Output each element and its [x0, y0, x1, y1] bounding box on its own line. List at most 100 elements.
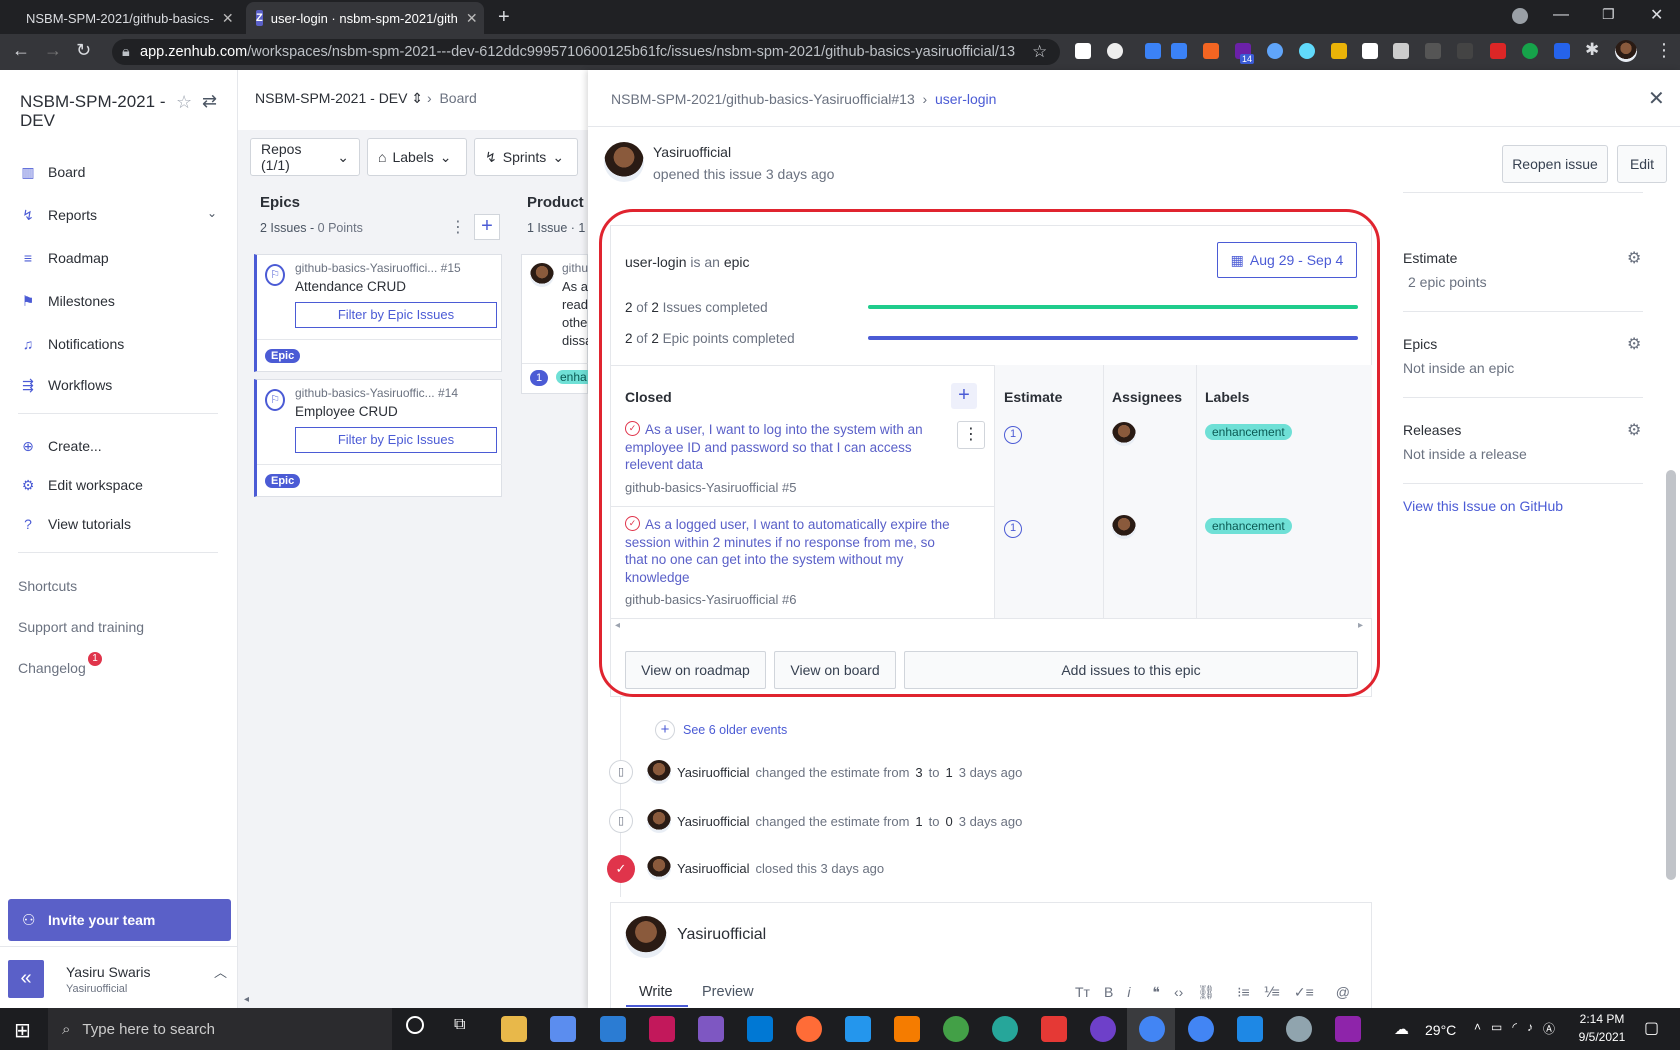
plus-icon[interactable]: +: [655, 720, 675, 740]
chevron-up-icon[interactable]: ︿: [214, 962, 227, 981]
sidebar-item-reports[interactable]: ↯ Reports: [20, 204, 97, 226]
switch-workspace-icon[interactable]: ⇄: [202, 91, 217, 112]
sidebar-item-notifications[interactable]: ♫ Notifications: [20, 333, 125, 355]
vscode-icon[interactable]: [747, 1016, 773, 1042]
back-icon[interactable]: ←: [12, 40, 30, 61]
extension-icon[interactable]: [1425, 43, 1441, 59]
utorrent-icon[interactable]: [943, 1016, 969, 1042]
close-panel-icon[interactable]: ✕: [1648, 86, 1665, 111]
event-user[interactable]: Yasiruofficial: [677, 814, 750, 829]
menu-kebab-icon[interactable]: ⋮: [1655, 40, 1673, 61]
link-icon[interactable]: ⛓: [1197, 984, 1215, 1001]
numbered-list-icon[interactable]: ⅟≡: [1264, 984, 1280, 1001]
extension-icon[interactable]: [1457, 43, 1473, 59]
window-close-icon[interactable]: ✕: [1650, 5, 1663, 25]
extension-icon[interactable]: [1490, 43, 1506, 59]
bookmark-star-icon[interactable]: ☆: [1032, 42, 1047, 62]
breadcrumb[interactable]: NSBM-SPM-2021 - DEV ⇕: [255, 90, 423, 107]
extension-icon[interactable]: [1107, 43, 1123, 59]
sidebar-item-board[interactable]: ▥ Board: [20, 161, 85, 183]
create-link[interactable]: ⊕ Create...: [20, 435, 102, 457]
minimize-icon[interactable]: —: [1553, 6, 1569, 24]
tab-search-icon[interactable]: [1512, 8, 1528, 24]
see-older-events-link[interactable]: See 6 older events: [683, 723, 787, 737]
shortcuts-link[interactable]: Shortcuts: [18, 578, 77, 594]
labels-filter[interactable]: ⌂ Labels ⌄: [367, 138, 467, 176]
file-explorer-icon[interactable]: [501, 1016, 527, 1042]
grammarly-icon[interactable]: [1522, 43, 1538, 59]
reload-icon[interactable]: ↻: [76, 40, 91, 61]
gear-icon[interactable]: ⚙: [1627, 248, 1641, 268]
wifi-icon[interactable]: ◜: [1512, 1020, 1517, 1037]
tab-write[interactable]: Write: [639, 984, 673, 1000]
invite-team-button[interactable]: ⚇ Invite your team: [8, 899, 231, 941]
url-input[interactable]: 🔒︎ app.zenhub.com/workspaces/nsbm-spm-20…: [112, 39, 1060, 65]
react-icon[interactable]: [1299, 43, 1315, 59]
extension-icon[interactable]: [1331, 43, 1347, 59]
collapse-sidebar-button[interactable]: «: [8, 960, 44, 998]
support-link[interactable]: Support and training: [18, 619, 144, 635]
taskbar-search[interactable]: ⌕ Type here to search: [48, 1008, 392, 1050]
add-epic-button[interactable]: +: [474, 214, 500, 240]
sprints-filter[interactable]: ↯ Sprints ⌄: [474, 138, 578, 176]
maximize-icon[interactable]: ❐: [1602, 6, 1615, 23]
extension-icon[interactable]: [1267, 43, 1283, 59]
chrome-icon[interactable]: [1139, 1016, 1165, 1042]
github-desktop-icon[interactable]: [1090, 1016, 1116, 1042]
docker-icon[interactable]: [845, 1016, 871, 1042]
crumb-issue[interactable]: user-login: [935, 91, 996, 107]
quote-icon[interactable]: ❝: [1152, 984, 1160, 1001]
code-icon[interactable]: ‹›: [1174, 984, 1183, 1001]
app-icon[interactable]: [992, 1016, 1018, 1042]
sidebar-item-workflows[interactable]: ⇶ Workflows: [20, 374, 112, 396]
store-icon[interactable]: [550, 1016, 576, 1042]
windows-start-icon[interactable]: ⊞: [14, 1018, 31, 1043]
star-icon[interactable]: ☆: [176, 92, 192, 113]
bullet-list-icon[interactable]: ⁝≡: [1237, 984, 1250, 1001]
chevron-down-icon[interactable]: ⌄: [207, 206, 217, 220]
bold-icon[interactable]: B: [1104, 984, 1113, 1001]
crumb-repo[interactable]: NSBM-SPM-2021/github-basics-Yasiruoffici…: [611, 91, 915, 107]
app-icon[interactable]: [698, 1016, 724, 1042]
close-icon[interactable]: ✕: [222, 10, 234, 27]
new-tab-icon[interactable]: +: [498, 6, 510, 29]
column-menu-icon[interactable]: ⋮: [450, 217, 466, 237]
extension-icon[interactable]: [1393, 43, 1409, 59]
cortana-icon[interactable]: [406, 1016, 424, 1034]
task-list-icon[interactable]: ✓≡: [1294, 984, 1314, 1001]
filter-epic-issues-button[interactable]: Filter by Epic Issues: [295, 427, 497, 453]
vlc-icon[interactable]: [894, 1016, 920, 1042]
epic-card[interactable]: ⚐ github-basics-Yasiruoffici... #15 Atte…: [254, 254, 502, 372]
language-icon[interactable]: Ⓐ: [1543, 1020, 1555, 1037]
notifications-icon[interactable]: ▢: [1644, 1018, 1659, 1038]
chrome-icon[interactable]: [1188, 1016, 1214, 1042]
app-icon[interactable]: [1286, 1016, 1312, 1042]
filter-epic-issues-button[interactable]: Filter by Epic Issues: [295, 302, 497, 328]
profile-avatar[interactable]: [1615, 40, 1637, 62]
clock[interactable]: 2:14 PM 9/5/2021: [1577, 1012, 1627, 1044]
mail-icon[interactable]: [600, 1016, 626, 1042]
view-on-github-link[interactable]: View this Issue on GitHub: [1403, 498, 1563, 514]
tab-github[interactable]: NSBM-SPM-2021/github-basics- ✕: [8, 2, 242, 34]
panel-scrollbar[interactable]: [1666, 470, 1676, 880]
extension-icon[interactable]: [1203, 43, 1219, 59]
changelog-link[interactable]: Changelog: [18, 660, 86, 676]
puzzle-icon[interactable]: ✱: [1585, 40, 1599, 60]
edit-button[interactable]: Edit: [1617, 145, 1667, 183]
weather-icon[interactable]: ☁: [1394, 1020, 1409, 1038]
extension-icon[interactable]: [1075, 43, 1091, 59]
close-icon[interactable]: ✕: [466, 10, 478, 27]
tab-preview[interactable]: Preview: [702, 984, 754, 1000]
italic-icon[interactable]: i: [1127, 984, 1130, 1001]
gear-icon[interactable]: ⚙: [1627, 420, 1641, 440]
mention-icon[interactable]: @: [1336, 984, 1350, 1001]
app-icon[interactable]: [1335, 1016, 1361, 1042]
author-name[interactable]: Yasiruofficial: [653, 144, 731, 160]
issue-card[interactable]: githu As a read othe dissa 1 enha: [521, 254, 592, 394]
text-size-icon[interactable]: Tт: [1075, 984, 1090, 1001]
scroll-left-icon[interactable]: ◂: [244, 994, 249, 1005]
extension-icon[interactable]: [1145, 43, 1161, 59]
reopen-issue-button[interactable]: Reopen issue: [1502, 145, 1608, 183]
shield-icon[interactable]: [1554, 43, 1570, 59]
extension-icon[interactable]: [1362, 43, 1378, 59]
